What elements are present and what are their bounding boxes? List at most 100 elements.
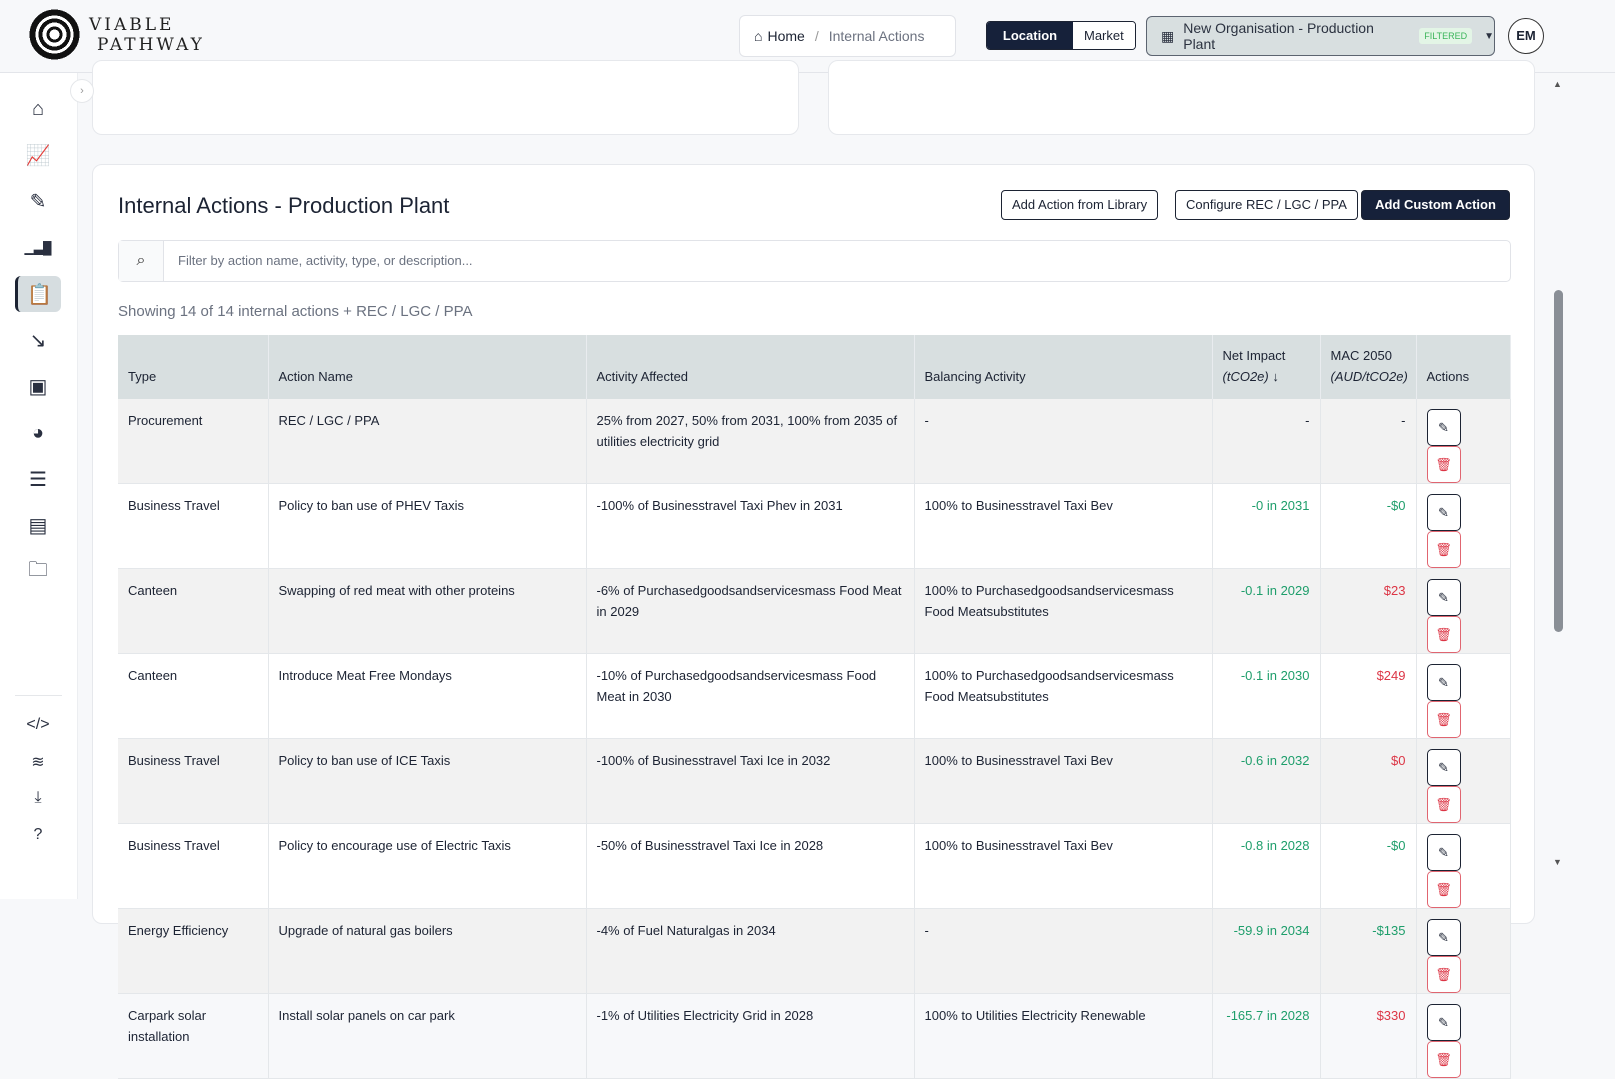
breadcrumb-current: Internal Actions	[828, 28, 925, 44]
cell-type: Procurement	[118, 399, 269, 484]
organisation-selector[interactable]: ▦ New Organisation - Production Plant FI…	[1146, 16, 1495, 56]
results-count: Showing 14 of 14 internal actions + REC …	[118, 303, 473, 320]
header-activity-affected[interactable]: Activity Affected	[586, 335, 915, 399]
cell-action-name: Install solar panels on car park	[268, 993, 587, 1079]
clipboard-check-icon[interactable]: 📋	[15, 276, 61, 313]
edit-icon[interactable]: ✎	[1426, 834, 1461, 871]
location-option[interactable]: Location	[987, 22, 1073, 49]
globe-icon[interactable]: ◕	[15, 415, 61, 451]
table-row: Carpark solar installation Install solar…	[118, 993, 1511, 1079]
trash-icon[interactable]: 🗑	[1426, 701, 1461, 738]
cell-mac: -	[1320, 399, 1417, 484]
summary-card-left	[92, 60, 799, 135]
bar-chart-icon[interactable]: ▁▃█	[15, 230, 61, 266]
trash-icon[interactable]: 🗑	[1426, 531, 1461, 568]
cell-net-impact: -0.6 in 2032	[1212, 738, 1321, 824]
filter-search[interactable]: ⌕ Filter by action name, activity, type,…	[118, 240, 1511, 282]
trash-icon[interactable]: 🗑	[1426, 786, 1461, 823]
sidebar-divider	[15, 695, 62, 696]
edit-icon[interactable]: ✎	[1426, 749, 1461, 786]
trash-icon[interactable]: 🗑	[1426, 446, 1461, 483]
table-header-row: Type Action Name Activity Affected Balan…	[118, 335, 1511, 399]
organisation-name: New Organisation - Production Plant	[1183, 20, 1374, 52]
header-action-name[interactable]: Action Name	[268, 335, 587, 399]
cell-balancing-activity: 100% to Purchasedgoodsandservicesmass Fo…	[914, 568, 1213, 654]
cell-type: Canteen	[118, 568, 269, 654]
image-icon[interactable]: ▣	[15, 369, 61, 405]
trash-icon[interactable]: 🗑	[1426, 1041, 1461, 1078]
help-icon[interactable]: ?	[15, 817, 61, 853]
cell-action-name: Policy to ban use of PHEV Taxis	[268, 483, 587, 569]
file-download-icon[interactable]: ⤓	[15, 780, 61, 816]
line-chart-icon[interactable]: 📈	[15, 137, 61, 173]
header-mac-2050[interactable]: MAC 2050 (AUD/tCO2e)	[1320, 335, 1417, 399]
actions-table: Type Action Name Activity Affected Balan…	[118, 335, 1511, 1079]
cell-balancing-activity: 100% to Utilities Electricity Renewable	[914, 993, 1213, 1079]
configure-rec-button[interactable]: Configure REC / LGC / PPA	[1175, 190, 1358, 220]
cell-actions: ✎🗑	[1416, 483, 1511, 569]
cell-balancing-activity: -	[914, 908, 1213, 994]
brand-line2: PATHWAY	[97, 34, 205, 55]
cell-type: Business Travel	[118, 738, 269, 824]
cell-type: Canteen	[118, 653, 269, 739]
user-avatar[interactable]: EM	[1508, 18, 1544, 54]
scroll-down-icon[interactable]: ▼	[1553, 857, 1562, 867]
trend-down-icon[interactable]: ↘	[15, 323, 61, 359]
add-action-from-library-button[interactable]: Add Action from Library	[1001, 190, 1159, 220]
table-row: Energy Efficiency Upgrade of natural gas…	[118, 908, 1511, 994]
edit-icon[interactable]: ✎	[1426, 919, 1461, 956]
cell-balancing-activity: 100% to Purchasedgoodsandservicesmass Fo…	[914, 653, 1213, 739]
table-row: Procurement REC / LGC / PPA 25% from 202…	[118, 399, 1511, 484]
search-icon: ⌕	[119, 241, 164, 281]
market-option[interactable]: Market	[1073, 22, 1135, 49]
filtered-badge: FILTERED	[1419, 28, 1473, 44]
edit-icon[interactable]: ✎	[1426, 1004, 1461, 1041]
folder-check-icon[interactable]: 🗀	[15, 554, 61, 590]
table-row: Business Travel Policy to ban use of ICE…	[118, 738, 1511, 824]
cell-activity-affected: -1% of Utilities Electricity Grid in 202…	[586, 993, 915, 1079]
header-type[interactable]: Type	[118, 335, 269, 399]
document-icon[interactable]: ▤	[15, 508, 61, 544]
cell-activity-affected: -6% of Purchasedgoodsandservicesmass Foo…	[586, 568, 915, 654]
scrollbar[interactable]: ▲ ▼	[1549, 73, 1567, 899]
cell-mac: -$0	[1320, 823, 1417, 909]
search-input[interactable]: Filter by action name, activity, type, o…	[164, 241, 473, 281]
cell-actions: ✎🗑	[1416, 993, 1511, 1079]
scrollbar-thumb[interactable]	[1554, 290, 1563, 632]
breadcrumb-home[interactable]: Home	[767, 28, 804, 44]
edit-icon[interactable]: ✎	[1426, 664, 1461, 701]
trash-icon[interactable]: 🗑	[1426, 616, 1461, 653]
cell-activity-affected: -100% of Businesstravel Taxi Ice in 2032	[586, 738, 915, 824]
edit-icon[interactable]: ✎	[1426, 409, 1461, 446]
trash-icon[interactable]: 🗑	[1426, 871, 1461, 908]
cell-activity-affected: -10% of Purchasedgoodsandservicesmass Fo…	[586, 653, 915, 739]
cell-type: Business Travel	[118, 823, 269, 909]
cell-balancing-activity: 100% to Businesstravel Taxi Bev	[914, 738, 1213, 824]
cell-mac: $0	[1320, 738, 1417, 824]
code-icon[interactable]: </>	[15, 707, 61, 743]
home-icon[interactable]: ⌂	[15, 91, 61, 127]
cell-action-name: Upgrade of natural gas boilers	[268, 908, 587, 994]
scroll-up-icon[interactable]: ▲	[1553, 79, 1562, 89]
header-balancing-activity[interactable]: Balancing Activity	[914, 335, 1213, 399]
cell-actions: ✎🗑	[1416, 738, 1511, 824]
trash-icon[interactable]: 🗑	[1426, 956, 1461, 993]
cell-net-impact: -	[1212, 399, 1321, 484]
database-icon[interactable]: ≋	[15, 744, 61, 780]
sidebar-expand-button[interactable]: ›	[70, 79, 94, 103]
logo[interactable]: VIABLE PATHWAY	[29, 9, 205, 60]
list-tree-icon[interactable]: ☰	[15, 461, 61, 497]
cell-actions: ✎🗑	[1416, 823, 1511, 909]
header-actions: Actions	[1416, 335, 1511, 399]
chevron-down-icon: ▼	[1484, 30, 1494, 42]
add-custom-action-button[interactable]: Add Custom Action	[1361, 190, 1510, 220]
header-net-impact[interactable]: Net Impact (tCO2e) ↓	[1212, 335, 1321, 399]
edit-icon[interactable]: ✎	[1426, 579, 1461, 616]
net-impact-unit: (tCO2e)	[1222, 369, 1269, 384]
home-icon: ⌂	[754, 28, 763, 44]
net-impact-label: Net Impact	[1222, 348, 1286, 363]
pencil-icon[interactable]: ✎	[15, 184, 61, 220]
cell-balancing-activity: -	[914, 399, 1213, 484]
cell-net-impact: -59.9 in 2034	[1212, 908, 1321, 994]
edit-icon[interactable]: ✎	[1426, 494, 1461, 531]
